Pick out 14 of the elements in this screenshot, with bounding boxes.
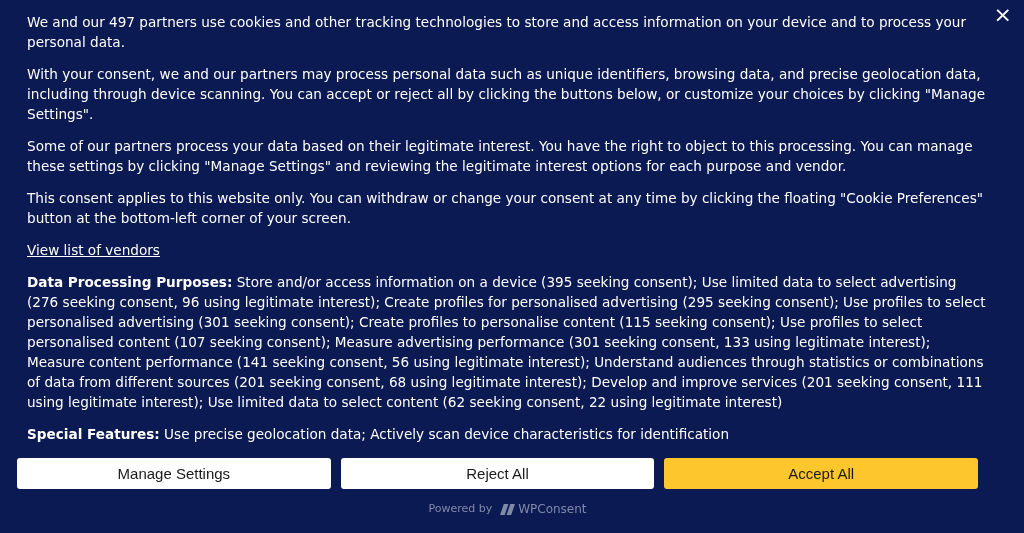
brand-link[interactable]: WPConsent xyxy=(500,499,587,519)
logo-icon xyxy=(500,502,516,516)
powered-by-text: Powered by xyxy=(428,501,493,517)
details-paragraph: Data Processing Purposes: Store and/or access information on a device (395 seeking consent); Use limited data to select advertising (276 seeking consent, 96 using legitimate interest); Create profiles for personalised advertising (295 seeking consent); Use profiles to select personalised advertising (301 seeking consent); Create profiles to personalise content (115 seeking consent); Use profiles to select personalised content (107 seeking consent); Measure advertising performance (301 seeking consent, 133 using legitimate interest); Measure content performance (141 seeking consent, 56 using legitimate interest); Understand audiences through statistics or combinations of data from different sources (201 seeking consent, 68 using legitimate interest); Develop and improve services (201 seeking consent, 111 using legitimate interest); Use limited data to select content (62 seeking consent, 22 using legitimate interest) xyxy=(27,273,987,412)
choice-button[interactable]: Reject All xyxy=(340,458,655,489)
consent-paragraph: We and our 497 partners use cookies and other tracking technologies to store and access information on your device and to process your personal data. xyxy=(27,13,967,52)
consent-paragraph: Some of our partners process your data based on their legitimate interest. You have the right to object to this processing. You can manage these settings by clicking "Manage Settings" and reviewing the legitimate interest options for each purpose and vendor. xyxy=(27,137,974,176)
choice-button[interactable]: Manage Settings xyxy=(17,458,331,489)
accept-button[interactable]: Accept All xyxy=(664,458,978,489)
close-button[interactable]: × xyxy=(989,4,1016,26)
details-paragraph: Special Features: Use precise geolocation data; Actively scan device characteristics for identification xyxy=(27,425,731,444)
consent-paragraph: This consent applies to this website only. You can withdraw or change your consent at any time by clicking the floating "Cookie Preferences" button at the bottom-left corner of your screen. xyxy=(27,189,985,228)
consent-paragraph: With your consent, we and our partners may process personal data such as unique identifiers, browsing data, and precise geolocation data, including through device scanning. You can accept or reject all by clicking the buttons below, or customize your choices by clicking "Manage Settings". xyxy=(27,65,987,124)
vendors-link[interactable]: View list of vendors xyxy=(27,242,160,258)
